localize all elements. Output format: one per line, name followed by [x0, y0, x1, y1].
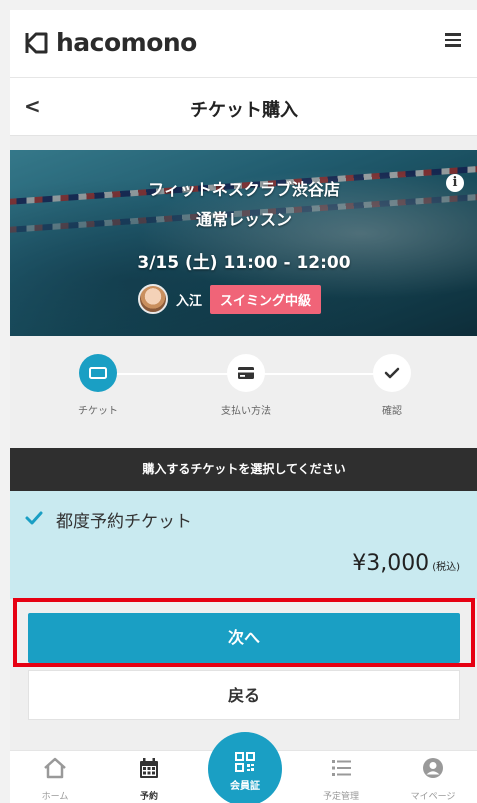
nav-item-home[interactable]: ホーム: [20, 757, 90, 802]
step-ticket: チケット: [58, 354, 138, 417]
nav-item-mypage[interactable]: マイページ: [398, 757, 468, 802]
nav-label: マイページ: [410, 792, 456, 802]
next-button[interactable]: 次へ: [28, 613, 460, 663]
studio-name: フィットネスクラブ渋谷店: [148, 180, 340, 199]
top-header: hacomono: [10, 10, 477, 78]
check-icon: [25, 511, 43, 525]
page-header: < チケット購入: [10, 78, 477, 136]
member-card-button[interactable]: 会員証: [208, 732, 282, 803]
brand-name: hacomono: [56, 28, 197, 57]
lesson-banner: フィットネスクラブ渋谷店 通常レッスン 3/15 (土) 11:00 - 12:…: [10, 150, 477, 336]
nav-item-reservation[interactable]: 予約: [114, 757, 184, 802]
avatar: [138, 284, 168, 314]
member-card-label: 会員証: [230, 781, 260, 792]
calendar-icon: [140, 758, 158, 778]
page-title: チケット購入: [190, 100, 298, 121]
hacomono-logo-icon: [25, 32, 48, 53]
purchase-steps: チケット 支払い方法 確認: [10, 336, 477, 448]
lesson-schedule: 3/15 (土) 11:00 - 12:00: [137, 253, 351, 273]
list-icon: [332, 760, 351, 776]
user-icon: [423, 758, 443, 778]
level-badge: スイミング中級: [210, 284, 322, 314]
qr-code-icon: [235, 752, 255, 772]
nav-item-schedule[interactable]: 予定管理: [306, 757, 376, 802]
check-icon: [373, 354, 411, 392]
step-label: 支払い方法: [221, 406, 271, 417]
instructor-info: 入江 スイミング中級: [138, 284, 322, 314]
step-payment: 支払い方法: [206, 354, 286, 417]
nav-label: 予約: [139, 792, 158, 802]
ticket-price: ¥3,000 (税込): [352, 551, 460, 576]
hamburger-menu-icon[interactable]: [442, 30, 464, 52]
ticket-name: 都度予約チケット: [56, 512, 192, 532]
nav-label: ホーム: [41, 792, 69, 802]
step-label: チケット: [78, 406, 118, 417]
selection-prompt: 購入するチケットを選択してください: [10, 448, 477, 491]
ticket-icon: [79, 354, 117, 392]
credit-card-icon: [227, 354, 265, 392]
info-icon[interactable]: i: [446, 174, 464, 192]
ticket-option[interactable]: 都度予約チケット ¥3,000 (税込): [10, 491, 477, 599]
home-icon: [44, 757, 66, 779]
lesson-name: 通常レッスン: [195, 210, 292, 229]
tax-note: (税込): [432, 562, 460, 573]
price-value: ¥3,000: [352, 551, 430, 576]
step-label: 確認: [382, 406, 402, 417]
brand-logo[interactable]: hacomono: [24, 28, 197, 57]
step-confirm: 確認: [352, 354, 432, 417]
nav-label: 予定管理: [322, 792, 359, 802]
back-button[interactable]: 戻る: [28, 670, 460, 720]
instructor-name: 入江: [176, 293, 203, 309]
app-frame: hacomono < チケット購入 フィットネスクラブ渋谷店 通常レッスン 3/…: [10, 10, 477, 803]
